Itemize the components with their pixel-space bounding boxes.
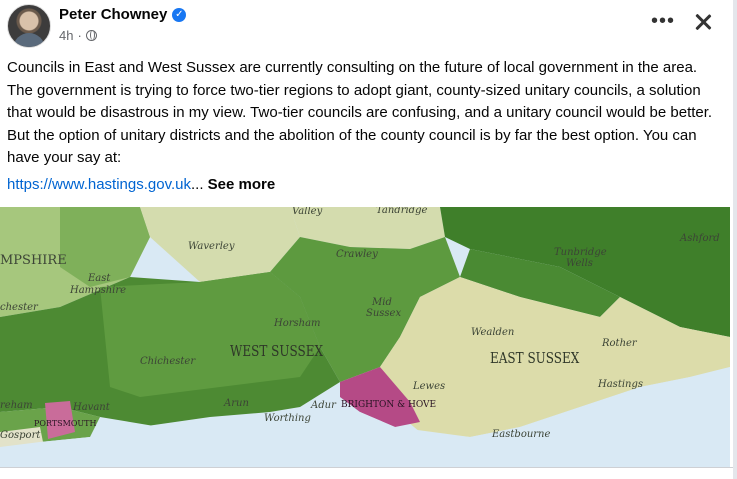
- ellipsis: ...: [190, 176, 204, 193]
- post-image-map[interactable]: Valley Tandridge Ashford MPSHIRE Waverle…: [0, 207, 730, 467]
- avatar-figure: [13, 33, 45, 47]
- separator-dot: ·: [77, 28, 82, 43]
- map-label-worthing: Worthing: [264, 413, 311, 424]
- map-label-waverley: Waverley: [188, 241, 235, 252]
- map-label-hastings: Hastings: [598, 379, 644, 390]
- more-options-icon[interactable]: •••: [650, 10, 676, 36]
- map-label-eastbourne: Eastbourne: [492, 429, 551, 440]
- map-label-mid: Mid: [372, 297, 392, 308]
- map-label-wells: Wells: [566, 258, 593, 269]
- map-label-reham: reham: [0, 400, 33, 411]
- map-label-sussex: Sussex: [366, 308, 402, 319]
- see-more-button[interactable]: See more: [208, 176, 276, 193]
- map-label-lewes: Lewes: [413, 381, 446, 392]
- map-label-portsmouth: PORTSMOUTH: [34, 419, 97, 428]
- map-label-rother: Rother: [602, 338, 637, 349]
- post-link-row: https://www.hastings.gov.uk... See more: [7, 174, 275, 196]
- avatar[interactable]: [7, 4, 51, 48]
- map-label-arun: Arun: [224, 398, 249, 409]
- map-label-hampshire-district: Hampshire: [70, 285, 127, 296]
- map-label-brighton: BRIGHTON & HOVE: [341, 400, 437, 410]
- map-label-havant: Havant: [73, 402, 110, 413]
- map-label-adur: Adur: [311, 400, 336, 411]
- map-label-hampshire: MPSHIRE: [0, 253, 67, 268]
- map-label-horsham: Horsham: [274, 318, 321, 329]
- map-label-gosport: Gosport: [0, 430, 41, 441]
- map-label-ashford: Ashford: [680, 233, 720, 244]
- map-label-tandridge: Tandridge: [376, 207, 428, 216]
- map-label-chester: chester: [0, 302, 38, 313]
- map-label-tunbridge: Tunbridge: [554, 247, 607, 258]
- author-row: Peter Chowney ✓: [59, 6, 187, 23]
- map-label-chichester: Chichester: [140, 356, 196, 367]
- map-label-east-sussex: EAST SUSSEX: [490, 349, 580, 367]
- post-header: Peter Chowney ✓ 4h · •••: [0, 0, 737, 52]
- post-body-text: Councils in East and West Sussex are cur…: [7, 59, 713, 166]
- map-label-wealden: Wealden: [471, 327, 515, 338]
- region-chichester: [100, 272, 320, 397]
- post-link[interactable]: https://www.hastings.gov.uk: [7, 176, 191, 193]
- author-name[interactable]: Peter Chowney: [59, 6, 167, 23]
- map-label-west-sussex: WEST SUSSEX: [230, 342, 323, 360]
- scrollbar[interactable]: [733, 0, 737, 479]
- map-label-valley: Valley: [292, 207, 323, 217]
- post-divider: [0, 467, 737, 468]
- close-icon[interactable]: [690, 9, 716, 35]
- verified-badge-icon: ✓: [172, 7, 187, 22]
- map-label-crawley: Crawley: [336, 249, 378, 260]
- sussex-map-graphic: [0, 207, 730, 467]
- post-timestamp[interactable]: 4h: [59, 28, 73, 43]
- globe-icon[interactable]: [85, 30, 97, 41]
- map-label-east: East: [88, 273, 111, 284]
- post-meta: 4h ·: [59, 28, 97, 43]
